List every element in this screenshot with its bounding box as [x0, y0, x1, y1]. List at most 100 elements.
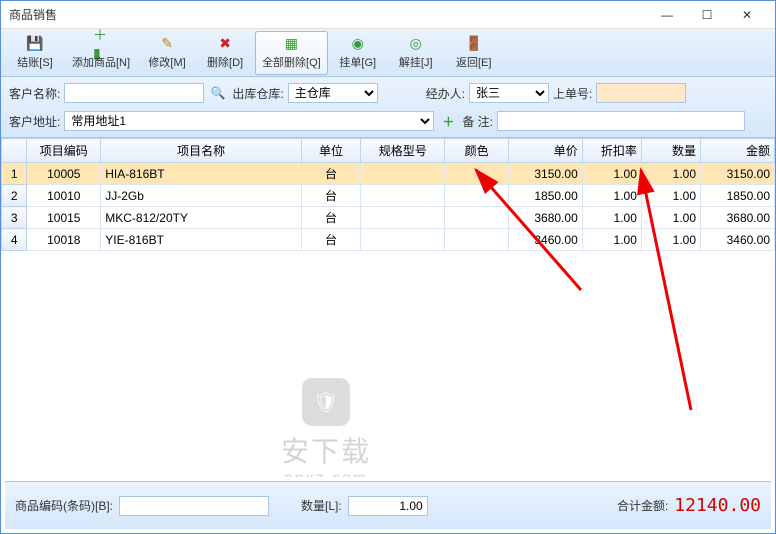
customer-addr-select[interactable]: 常用地址1 [64, 111, 434, 131]
warehouse-select[interactable]: 主仓库 [288, 83, 378, 103]
order-no-label: 上单号: [553, 85, 592, 102]
order-no-input[interactable] [596, 83, 686, 103]
maximize-button[interactable]: ☐ [687, 1, 727, 29]
cell-price[interactable]: 3680.00 [508, 207, 582, 229]
cell-qty[interactable]: 1.00 [641, 229, 700, 251]
hold-label: 挂单[G] [339, 54, 376, 70]
unhold-icon: ◎ [408, 36, 424, 52]
cell-color[interactable] [445, 207, 508, 229]
cell-spec[interactable] [361, 163, 445, 185]
hold-button[interactable]: ◉ 挂单[G] [330, 31, 386, 75]
cell-discount[interactable]: 1.00 [582, 163, 641, 185]
delete-icon: ✖ [217, 36, 233, 52]
qty-input[interactable] [348, 496, 428, 516]
toolbar: 💾 结账[S] ＋▮ 添加商品[N] ✎ 修改[M] ✖ 删除[D] ▦ 全部删… [1, 29, 775, 77]
edit-icon: ✎ [159, 36, 175, 52]
cell-name[interactable]: YIE-816BT [101, 229, 302, 251]
col-discount[interactable]: 折扣率 [582, 139, 641, 163]
watermark-url: anxz.com [284, 470, 368, 477]
cell-color[interactable] [445, 163, 508, 185]
table-row[interactable]: 410018YIE-816BT台3460.001.001.003460.00 [2, 229, 775, 251]
delete-all-icon: ▦ [283, 36, 299, 52]
cell-name[interactable]: JJ-2Gb [101, 185, 302, 207]
close-button[interactable]: ✕ [727, 1, 767, 29]
cell-qty[interactable]: 1.00 [641, 163, 700, 185]
search-icon[interactable]: 🔍 [208, 83, 228, 103]
table-row[interactable]: 210010JJ-2Gb台1850.001.001.001850.00 [2, 185, 775, 207]
row-number: 4 [2, 229, 27, 251]
cell-unit[interactable]: 台 [301, 229, 360, 251]
window-controls: — ☐ ✕ [647, 1, 767, 29]
cell-amount[interactable]: 3460.00 [701, 229, 775, 251]
row-number: 1 [2, 163, 27, 185]
warehouse-label: 出库仓库: [232, 85, 283, 102]
back-label: 返回[E] [456, 54, 491, 70]
cell-price[interactable]: 1850.00 [508, 185, 582, 207]
form-bar: 客户名称: 🔍 出库仓库: 主仓库 经办人: 张三 上单号: 客户地址: 常用地… [1, 77, 775, 138]
cell-spec[interactable] [361, 229, 445, 251]
watermark: 🛡 安下载 anxz.com [281, 378, 371, 477]
titlebar: 商品销售 — ☐ ✕ [1, 1, 775, 29]
cell-unit[interactable]: 台 [301, 185, 360, 207]
col-amount[interactable]: 金额 [701, 139, 775, 163]
cell-spec[interactable] [361, 185, 445, 207]
col-unit[interactable]: 单位 [301, 139, 360, 163]
col-spec[interactable]: 规格型号 [361, 139, 445, 163]
cell-name[interactable]: HIA-816BT [101, 163, 302, 185]
cell-amount[interactable]: 1850.00 [701, 185, 775, 207]
unhold-button[interactable]: ◎ 解挂[J] [388, 31, 444, 75]
customer-addr-label: 客户地址: [9, 113, 60, 130]
cell-code[interactable]: 10010 [27, 185, 101, 207]
cell-amount[interactable]: 3680.00 [701, 207, 775, 229]
total-label: 合计金额: [617, 497, 668, 514]
barcode-label: 商品编码(条码)[B]: [15, 497, 113, 514]
barcode-input[interactable] [119, 496, 269, 516]
checkout-label: 结账[S] [17, 54, 52, 70]
back-button[interactable]: 🚪 返回[E] [446, 31, 502, 75]
cell-color[interactable] [445, 185, 508, 207]
cell-qty[interactable]: 1.00 [641, 207, 700, 229]
col-code[interactable]: 项目编码 [27, 139, 101, 163]
product-grid[interactable]: 项目编码 项目名称 单位 规格型号 颜色 单价 折扣率 数量 金额 110005… [1, 138, 775, 477]
cell-spec[interactable] [361, 207, 445, 229]
cell-qty[interactable]: 1.00 [641, 185, 700, 207]
edit-button[interactable]: ✎ 修改[M] [139, 31, 195, 75]
table-row[interactable]: 310015MKC-812/20TY台3680.001.001.003680.0… [2, 207, 775, 229]
status-bar: 商品编码(条码)[B]: 数量[L]: 合计金额: 12140.00 [5, 481, 771, 529]
col-qty[interactable]: 数量 [641, 139, 700, 163]
cell-discount[interactable]: 1.00 [582, 229, 641, 251]
add-icon: ＋▮ [93, 36, 109, 52]
minimize-button[interactable]: — [647, 1, 687, 29]
col-name[interactable]: 项目名称 [101, 139, 302, 163]
cell-discount[interactable]: 1.00 [582, 207, 641, 229]
table-row[interactable]: 110005HIA-816BT台3150.001.001.003150.00 [2, 163, 775, 185]
cell-code[interactable]: 10015 [27, 207, 101, 229]
cell-code[interactable]: 10005 [27, 163, 101, 185]
checkout-button[interactable]: 💾 结账[S] [7, 31, 63, 75]
cell-code[interactable]: 10018 [27, 229, 101, 251]
total-value: 12140.00 [674, 495, 761, 516]
delete-all-button[interactable]: ▦ 全部删除[Q] [255, 31, 328, 75]
back-icon: 🚪 [466, 36, 482, 52]
cell-price[interactable]: 3150.00 [508, 163, 582, 185]
hold-icon: ◉ [350, 36, 366, 52]
cell-discount[interactable]: 1.00 [582, 185, 641, 207]
cell-unit[interactable]: 台 [301, 163, 360, 185]
add-label: 添加商品[N] [72, 54, 130, 70]
handler-select[interactable]: 张三 [469, 83, 549, 103]
cell-color[interactable] [445, 229, 508, 251]
delete-button[interactable]: ✖ 删除[D] [197, 31, 253, 75]
remark-label: 备 注: [462, 113, 493, 130]
cell-unit[interactable]: 台 [301, 207, 360, 229]
add-product-button[interactable]: ＋▮ 添加商品[N] [65, 31, 137, 75]
col-rownum [2, 139, 27, 163]
cell-name[interactable]: MKC-812/20TY [101, 207, 302, 229]
remark-input[interactable] [497, 111, 745, 131]
cell-amount[interactable]: 3150.00 [701, 163, 775, 185]
customer-name-input[interactable] [64, 83, 204, 103]
col-price[interactable]: 单价 [508, 139, 582, 163]
col-color[interactable]: 颜色 [445, 139, 508, 163]
unhold-label: 解挂[J] [399, 54, 433, 70]
cell-price[interactable]: 3460.00 [508, 229, 582, 251]
add-addr-icon[interactable]: ＋ [438, 111, 458, 131]
